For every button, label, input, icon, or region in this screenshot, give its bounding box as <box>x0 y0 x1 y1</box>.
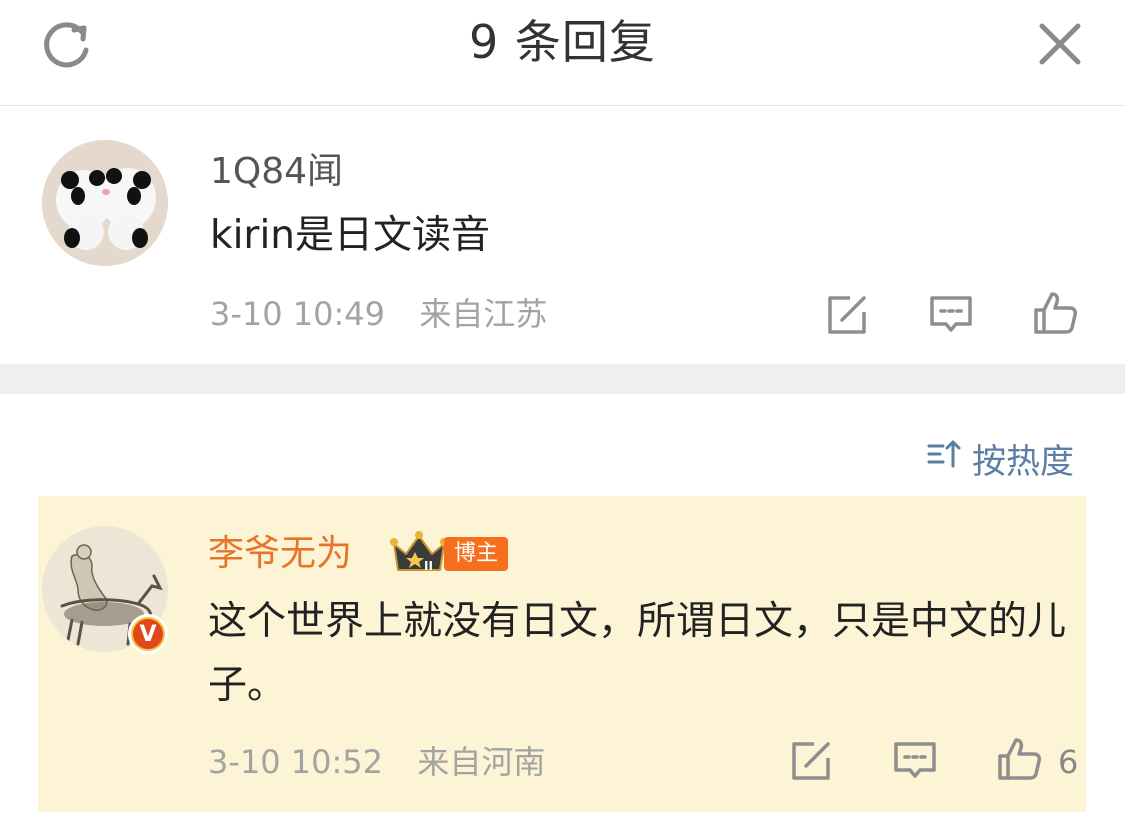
sort-icon <box>926 436 962 481</box>
reply-content: kirin是日文读音 <box>210 213 491 258</box>
reply-location: 来自河南 <box>417 743 546 781</box>
share-icon[interactable] <box>786 736 836 786</box>
reply-meta: 3-10 10:49 来自江苏 <box>210 294 547 334</box>
reply-content: 这个世界上就没有日文，所谓日文，只是中文的儿子。 <box>208 599 1067 708</box>
verified-badge: V <box>128 614 168 654</box>
verified-v: V <box>133 619 163 649</box>
share-icon[interactable] <box>822 290 872 340</box>
section-divider <box>0 364 1125 394</box>
sort-toggle[interactable]: 按热度 <box>926 436 1074 482</box>
svg-text:II: II <box>424 559 433 573</box>
reply-meta: 3-10 10:52 来自河南 <box>208 742 545 782</box>
blogger-badge: II 博主 <box>390 530 509 578</box>
avatar[interactable] <box>42 140 168 266</box>
reply-time: 3-10 10:52 <box>208 743 384 781</box>
reply-time: 3-10 10:49 <box>210 295 386 333</box>
reply-location: 来自江苏 <box>419 295 548 333</box>
sort-label: 按热度 <box>972 441 1074 482</box>
header-title: 9 条回复 <box>469 15 656 69</box>
comment-icon[interactable] <box>890 736 940 786</box>
like-count: 6 <box>1058 743 1079 781</box>
username[interactable]: 1Q84闻 <box>210 150 343 194</box>
crown-icon: II <box>390 530 448 578</box>
blogger-badge-label: 博主 <box>444 537 509 571</box>
username[interactable]: 李爷无为 <box>208 532 352 576</box>
like-icon[interactable] <box>994 734 1044 784</box>
like-icon[interactable] <box>1030 288 1080 338</box>
reply-header: 9 条回复 <box>0 0 1125 106</box>
close-icon[interactable] <box>1032 16 1088 72</box>
comment-icon[interactable] <box>926 290 976 340</box>
